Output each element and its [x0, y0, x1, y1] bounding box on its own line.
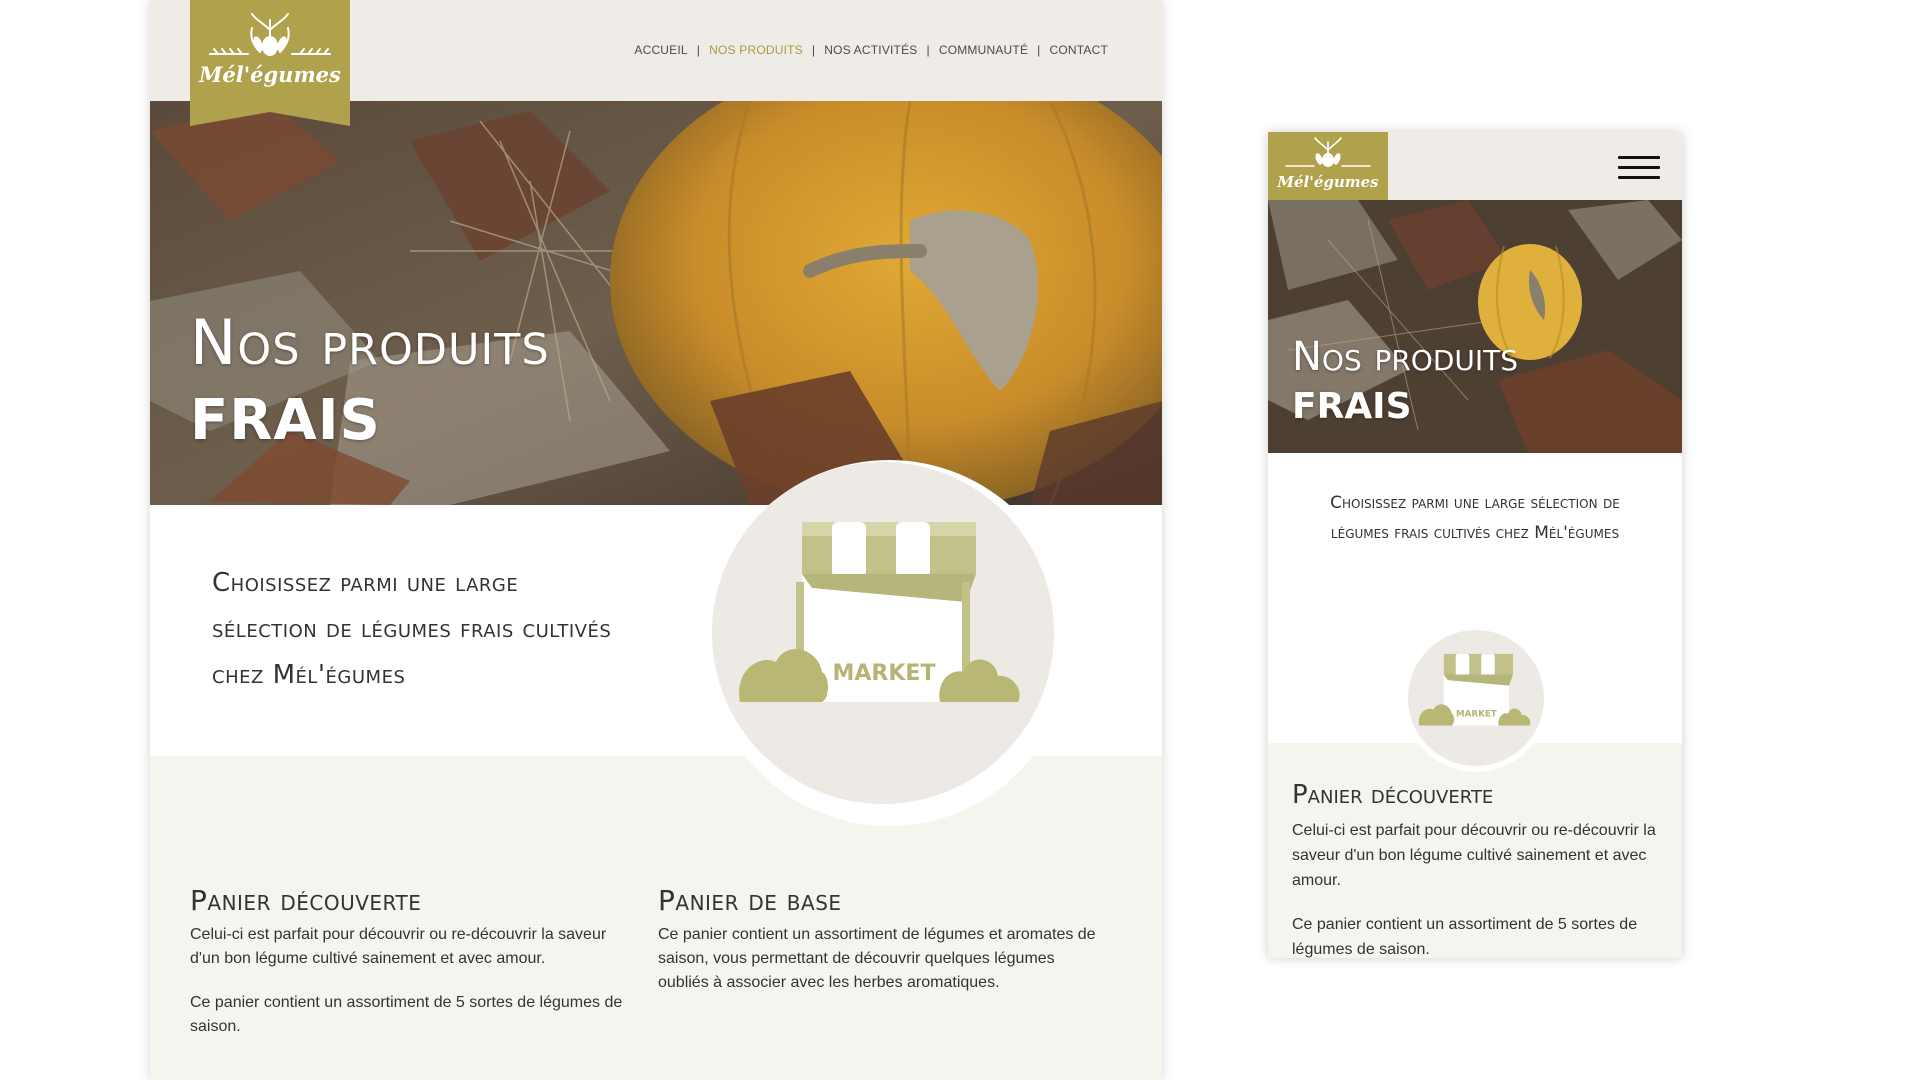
hero-title-line1: Nos produits: [1292, 334, 1519, 380]
section-paragraph: Celui-ci est parfait pour découvrir ou r…: [190, 926, 607, 967]
main-nav: ACCUEIL | NOS PRODUITS | NOS ACTIVITÉS |…: [634, 43, 1108, 57]
mobile-mockup: Mél'égumes Nos produits FRAIS Choisissez…: [1268, 132, 1682, 958]
nav-nos-activites[interactable]: NOS ACTIVITÉS: [824, 43, 917, 57]
mobile-logo[interactable]: Mél'égumes: [1268, 132, 1388, 200]
market-illustration: MARKET: [1408, 630, 1544, 766]
market-label: MARKET: [833, 661, 936, 686]
hero-banner: Nos produits FRAIS: [150, 101, 1162, 505]
section-title: Panier découverte: [1292, 780, 1494, 810]
intro-text: Choisissez parmi une large sélection de …: [1330, 493, 1620, 543]
nav-accueil[interactable]: ACCUEIL: [634, 43, 687, 57]
hamburger-icon[interactable]: [1618, 156, 1660, 180]
hero-title: Nos produits FRAIS: [190, 307, 550, 463]
hero-title-line2: FRAIS: [1292, 386, 1412, 427]
market-stall-icon: MARKET: [739, 522, 1020, 702]
section-paragraph: Ce panier contient un assortiment de 5 s…: [1292, 916, 1638, 958]
section-panier-decouverte: Panier découverte Celui-ci est parfait p…: [190, 884, 630, 1059]
hero-title: Nos produits FRAIS: [1292, 332, 1518, 432]
section-panier-de-base: Panier de base Ce panier contient un ass…: [658, 884, 1108, 1015]
nav-contact[interactable]: CONTACT: [1049, 43, 1108, 57]
mobile-header: Mél'égumes: [1268, 132, 1682, 200]
mobile-hero: Nos produits FRAIS: [1268, 200, 1682, 453]
intro-text: Choisissez parmi une large sélection de …: [212, 568, 612, 690]
desktop-mockup: ACCUEIL | NOS PRODUITS | NOS ACTIVITÉS |…: [150, 0, 1162, 1080]
site-logo[interactable]: Mél'égumes: [190, 0, 350, 126]
logo-text: Mél'égumes: [1276, 173, 1379, 191]
section-panier-decouverte: Panier découverte Celui-ci est parfait p…: [1292, 780, 1662, 958]
hero-title-line2: FRAIS: [190, 388, 381, 453]
logo-text: Mél'égumes: [198, 62, 341, 87]
section-title: Panier de base: [658, 884, 842, 917]
market-stall-icon: MARKET: [1418, 653, 1531, 726]
nav-nos-produits[interactable]: NOS PRODUITS: [709, 43, 803, 57]
market-illustration: MARKET: [712, 462, 1054, 804]
hero-title-line1: Nos produits: [190, 306, 550, 379]
market-label: MARKET: [1456, 710, 1497, 720]
section-paragraph: Ce panier contient un assortiment de 5 s…: [190, 994, 623, 1035]
section-paragraph: Celui-ci est parfait pour découvrir ou r…: [1292, 822, 1656, 889]
section-title: Panier découverte: [190, 884, 422, 917]
section-paragraph: Ce panier contient un assortiment de lég…: [658, 926, 1096, 991]
nav-communaute[interactable]: COMMUNAUTÉ: [939, 43, 1028, 57]
